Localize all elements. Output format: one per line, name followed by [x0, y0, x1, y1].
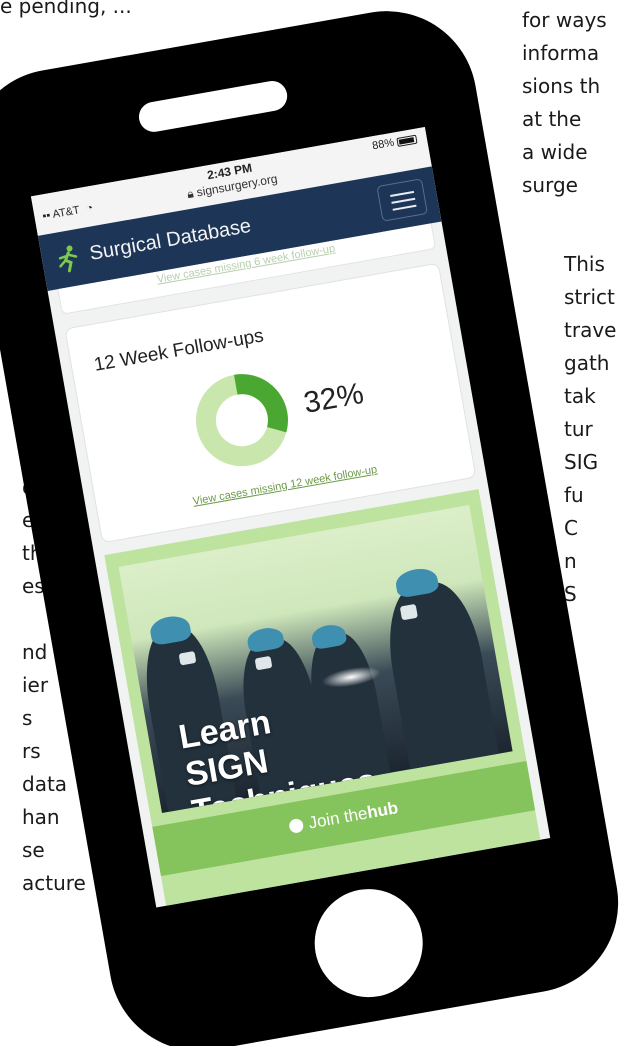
- article-line: strict: [564, 285, 615, 309]
- phone-screen: ▪▪ AT&T ◔ 2:43 PM 🔒︎ signsurgery.org 88%…: [30, 126, 551, 908]
- lock-icon: 🔒︎: [185, 186, 195, 202]
- article-line: acture: [22, 871, 86, 895]
- article-line: S: [564, 582, 577, 606]
- join-prefix: Join the: [306, 803, 369, 833]
- hamburger-menu-button[interactable]: [376, 178, 428, 222]
- article-line: SIG: [564, 450, 599, 474]
- article-top-fragment: e pending, ...: [0, 0, 132, 18]
- phone-speaker: [136, 78, 290, 135]
- surgeon-mask: [399, 603, 418, 621]
- followup-donut-chart: [195, 374, 288, 467]
- article-line: at the: [522, 107, 582, 131]
- followup-title: 12 Week Follow-ups: [92, 325, 266, 376]
- join-hub-bold: hub: [365, 798, 400, 823]
- article-line: han: [22, 805, 60, 829]
- article-line: gath: [564, 351, 610, 375]
- article-line: tak: [564, 384, 596, 408]
- surgeon-figure: [378, 576, 503, 789]
- followup-percent: 32%: [301, 376, 367, 420]
- article-line: tur: [564, 417, 593, 441]
- article-right-column-bottom: This strict trave gath tak tur SIG fu C …: [564, 248, 616, 611]
- battery-icon: [396, 134, 418, 147]
- article-line: This: [564, 252, 605, 276]
- article-line: trave: [564, 318, 617, 342]
- article-line: informa: [522, 41, 600, 65]
- learn-sign-promo[interactable]: Learn SIGN Techniques Join thehub: [104, 489, 542, 908]
- article-right-column-top: for ways informa sions th at the a wide …: [522, 4, 607, 202]
- article-line: C: [564, 516, 578, 540]
- article-line: for ways: [522, 8, 607, 32]
- article-line: fu: [564, 483, 584, 507]
- menu-line: [390, 190, 415, 197]
- article-line: sions th: [522, 74, 601, 98]
- runner-logo-icon[interactable]: [54, 243, 82, 275]
- menu-line: [392, 204, 417, 211]
- phone-home-button[interactable]: [306, 880, 432, 1006]
- hub-logo-icon: [287, 817, 305, 835]
- article-line: surge: [522, 173, 578, 197]
- article-line: se: [22, 838, 45, 862]
- article-line: a wide: [522, 140, 588, 164]
- article-line: n: [564, 549, 577, 573]
- surgeons-photo: Learn SIGN Techniques: [118, 505, 513, 814]
- menu-line: [391, 197, 416, 204]
